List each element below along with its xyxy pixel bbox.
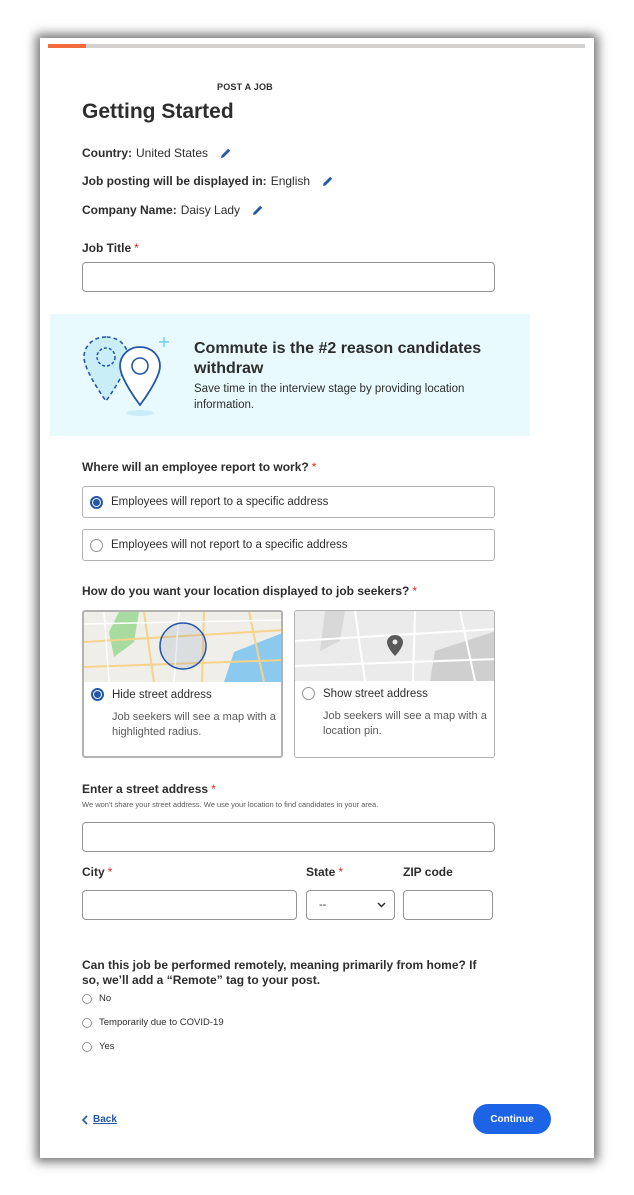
banner-title: Commute is the #2 reason candidates with… xyxy=(194,340,482,377)
street-address-label: Enter a street address * xyxy=(82,782,216,796)
city-label: City * xyxy=(82,865,113,879)
back-label: Back xyxy=(93,1114,117,1125)
map-pin-image xyxy=(295,611,494,681)
remote-option-temporary[interactable]: Temporarily due to COVID-19 xyxy=(82,1017,224,1028)
option-label: Temporarily due to COVID-19 xyxy=(99,1017,224,1028)
company-value: Daisy Lady xyxy=(180,203,241,217)
radio-unselected[interactable] xyxy=(82,993,92,1004)
remote-question: Can this job be performed remotely, mean… xyxy=(82,958,477,987)
option-label: Employees will not report to a specific … xyxy=(111,539,348,551)
job-title-label: Job Title * xyxy=(82,241,139,255)
option-label: Hide street address xyxy=(112,688,212,701)
radio-selected[interactable] xyxy=(90,495,103,509)
language-line: Job posting will be displayed in: Englis… xyxy=(82,174,334,188)
show-street-option: Show street address xyxy=(302,687,428,700)
state-select[interactable]: -- xyxy=(306,890,395,920)
show-street-address-card[interactable]: Show street address Job seekers will see… xyxy=(294,610,495,758)
remote-option-no[interactable]: No xyxy=(82,993,111,1004)
report-to-work-label: Where will an employee report to work? * xyxy=(82,460,317,474)
radio-unselected[interactable] xyxy=(82,1017,92,1028)
country-value: United States xyxy=(136,146,209,160)
chevron-down-icon xyxy=(377,902,386,908)
city-input[interactable] xyxy=(82,890,297,920)
progress-bar xyxy=(48,44,585,48)
radio-unselected[interactable] xyxy=(82,1041,92,1052)
option-description: Job seekers will see a map with a highli… xyxy=(112,711,276,738)
back-link[interactable]: Back xyxy=(82,1114,117,1125)
pencil-icon[interactable] xyxy=(252,204,264,216)
report-option-specific[interactable]: Employees will report to a specific addr… xyxy=(82,486,495,518)
option-label: Employees will report to a specific addr… xyxy=(111,496,329,508)
option-description: Job seekers will see a map with a locati… xyxy=(323,710,487,737)
radio-selected[interactable] xyxy=(91,688,104,701)
country-label: Country: xyxy=(82,146,132,160)
option-label: Yes xyxy=(99,1041,115,1052)
language-value: English xyxy=(270,174,311,188)
company-label: Company Name: xyxy=(82,203,177,217)
continue-button[interactable]: Continue xyxy=(473,1104,551,1134)
state-selected-value: -- xyxy=(319,899,327,911)
street-address-note: We won't share your street address. We u… xyxy=(82,800,379,809)
remote-option-yes[interactable]: Yes xyxy=(82,1041,115,1052)
radio-unselected[interactable] xyxy=(302,687,315,700)
hide-street-option: Hide street address xyxy=(91,688,212,701)
country-line: Country: United States xyxy=(82,146,232,160)
company-line: Company Name: Daisy Lady xyxy=(82,203,264,217)
pencil-icon[interactable] xyxy=(220,147,232,159)
page-title: Getting Started xyxy=(82,100,234,123)
zip-input[interactable] xyxy=(403,890,493,920)
option-label: No xyxy=(99,993,112,1004)
language-label: Job posting will be displayed in: xyxy=(82,174,267,188)
option-label: Show street address xyxy=(323,687,428,700)
state-label: State * xyxy=(306,865,344,879)
location-pins-icon xyxy=(83,336,169,416)
banner-text: Save time in the interview stage by prov… xyxy=(194,383,465,411)
map-radius-image xyxy=(84,612,281,682)
chevron-left-icon xyxy=(82,1114,88,1125)
page-eyebrow: POST A JOB xyxy=(217,82,273,92)
street-address-input[interactable] xyxy=(82,822,495,852)
report-option-not-specific[interactable]: Employees will not report to a specific … xyxy=(82,529,495,561)
zip-label: ZIP code xyxy=(403,865,453,879)
radio-unselected[interactable] xyxy=(90,538,103,552)
progress-fill xyxy=(48,44,86,48)
hide-street-address-card[interactable]: Hide street address Job seekers will see… xyxy=(82,610,283,758)
job-title-input[interactable] xyxy=(82,262,495,292)
location-display-label: How do you want your location displayed … xyxy=(82,584,418,598)
pencil-icon[interactable] xyxy=(322,175,334,187)
